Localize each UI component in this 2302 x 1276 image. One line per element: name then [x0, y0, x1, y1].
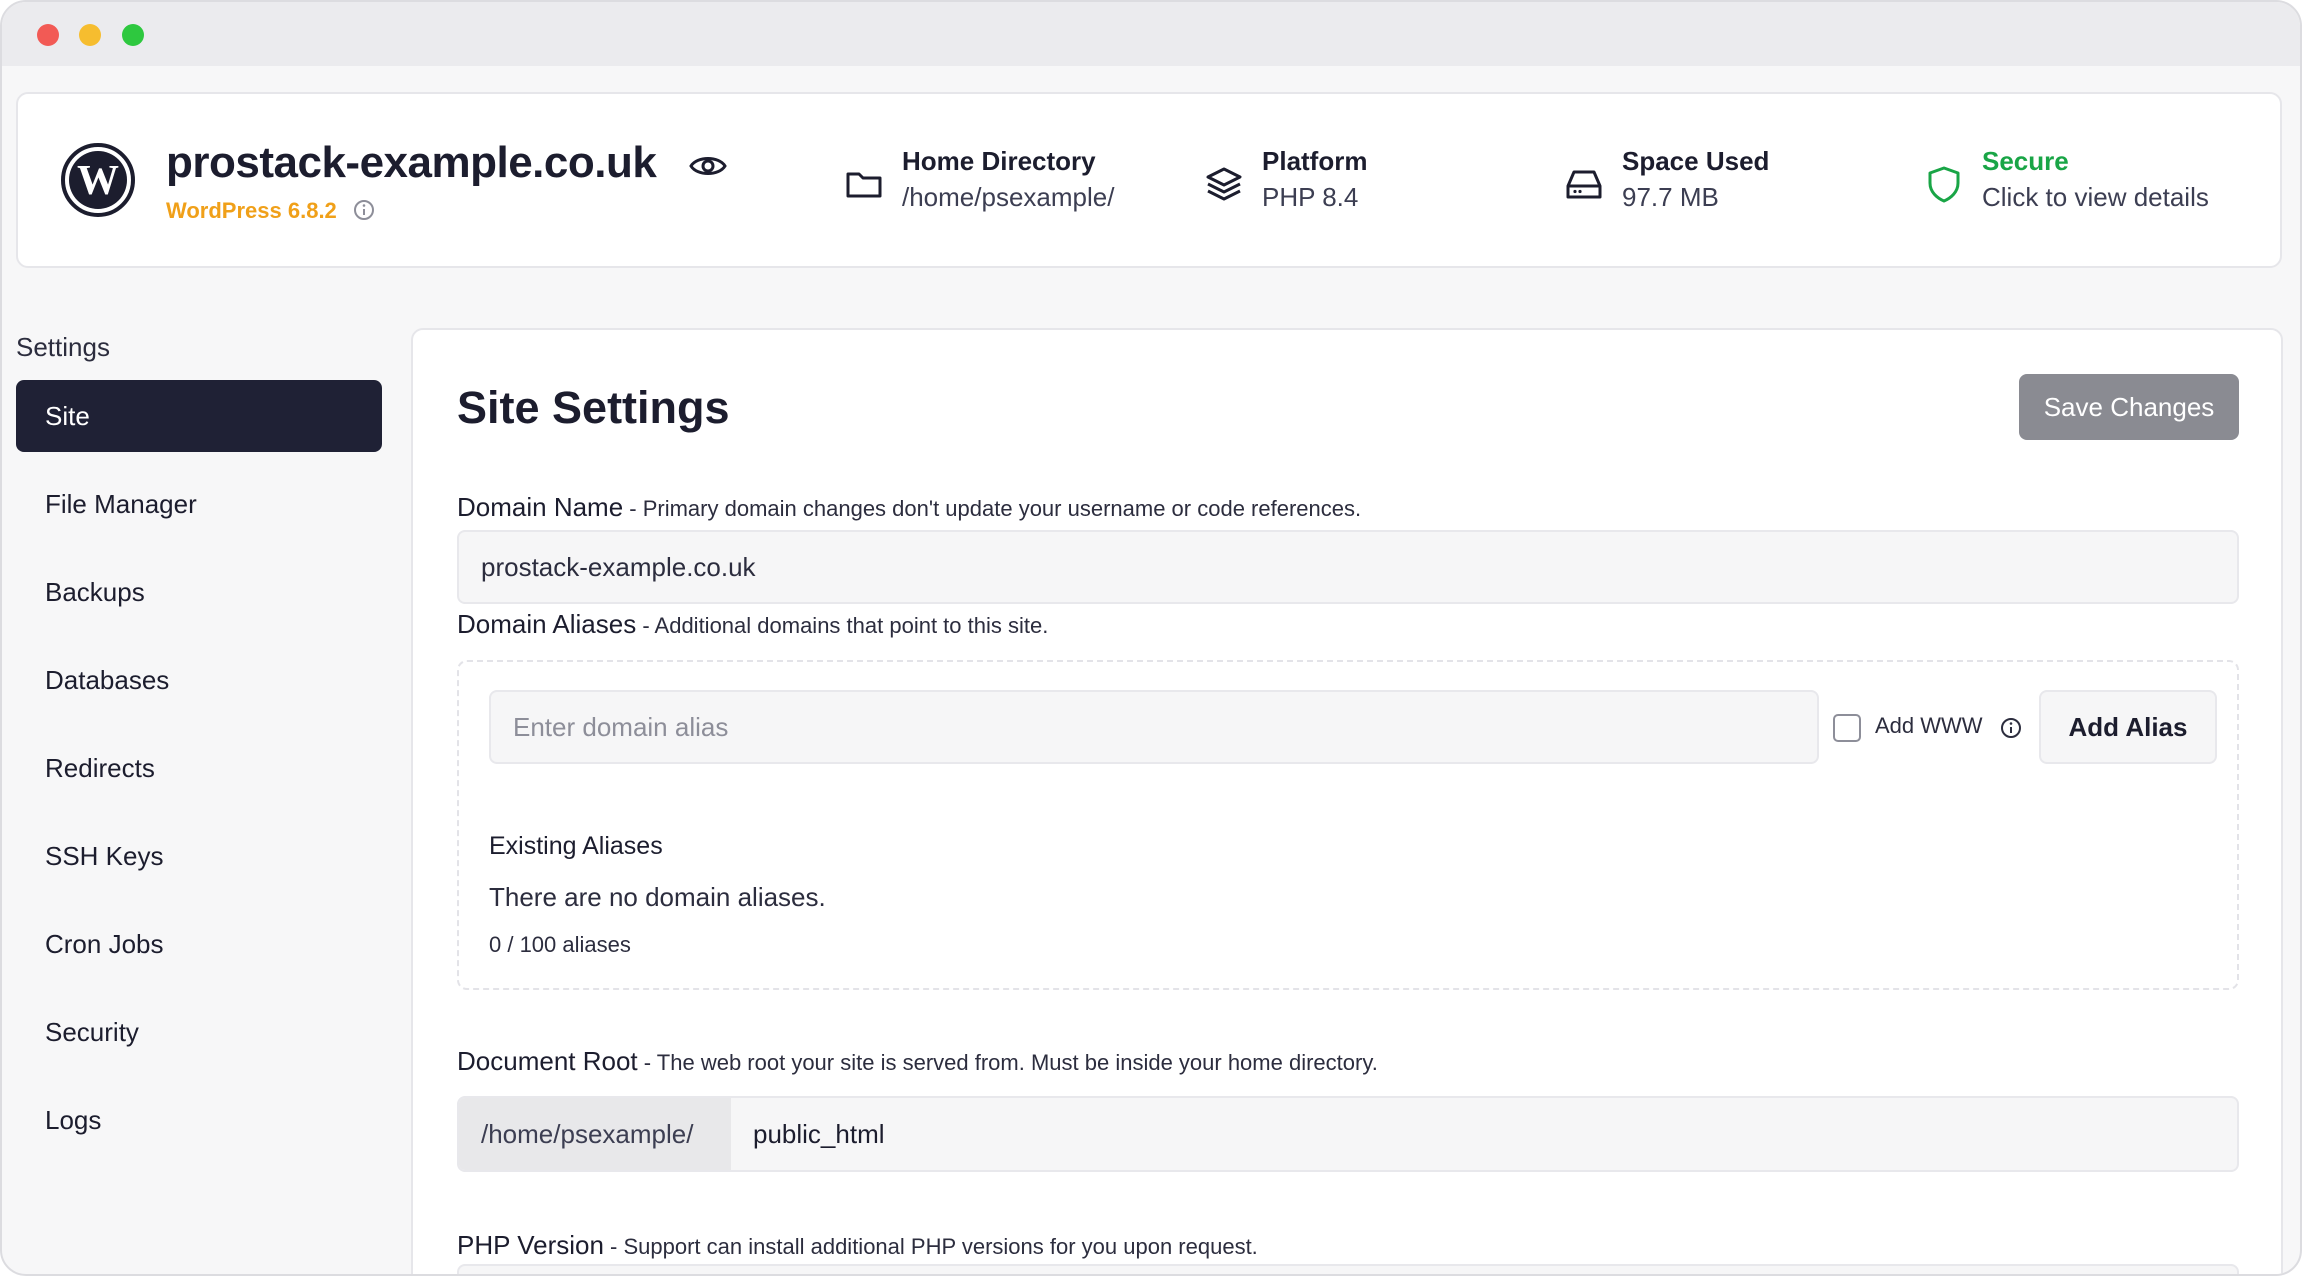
- php-version-help: - Support can install additional PHP ver…: [603, 1234, 1258, 1259]
- site-name: prostack-example.co.uk: [166, 138, 657, 187]
- sidebar-item-file-manager[interactable]: File Manager: [16, 468, 382, 540]
- domain-name-help: - Primary domain changes don't update yo…: [623, 496, 1362, 521]
- add-www-checkbox[interactable]: [1833, 714, 1861, 742]
- php-version-label: PHP Version - Support can install additi…: [457, 1230, 1258, 1261]
- info-icon[interactable]: [1999, 716, 2023, 740]
- php-version-select[interactable]: [457, 1264, 2239, 1274]
- svg-text:W: W: [77, 158, 119, 204]
- document-root-prefix: /home/psexample/: [459, 1098, 731, 1170]
- eye-icon[interactable]: [688, 146, 728, 186]
- document-root-title: Document Root: [457, 1046, 638, 1076]
- domain-name-label: Domain Name - Primary domain changes don…: [457, 492, 1361, 523]
- space-used-label: Space Used: [1622, 146, 1770, 176]
- domain-aliases-help: - Additional domains that point to this …: [636, 613, 1049, 638]
- window-titlebar: [2, 2, 2300, 66]
- layers-icon: [1206, 167, 1242, 201]
- domain-aliases-title: Domain Aliases: [457, 609, 637, 639]
- existing-aliases-heading: Existing Aliases: [489, 832, 663, 860]
- platform-label: Platform: [1262, 146, 1368, 176]
- home-directory-label: Home Directory: [902, 146, 1096, 176]
- sidebar-item-cron-jobs[interactable]: Cron Jobs: [16, 908, 382, 980]
- site-header-card: W prostack-example.co.uk WordPress 6.8.2…: [16, 92, 2282, 268]
- php-version-title: PHP Version: [457, 1230, 604, 1260]
- app-window: W prostack-example.co.uk WordPress 6.8.2…: [0, 0, 2302, 1276]
- document-root-label: Document Root - The web root your site i…: [457, 1046, 1378, 1077]
- settings-heading: Settings: [16, 332, 110, 362]
- sidebar-item-site[interactable]: Site: [16, 380, 382, 452]
- maximize-window-button[interactable]: [122, 24, 144, 46]
- domain-alias-input[interactable]: Enter domain alias: [489, 690, 1819, 764]
- document-root-input[interactable]: public_html: [753, 1098, 885, 1170]
- add-www-label[interactable]: Add WWW: [1875, 713, 1983, 739]
- document-root-field[interactable]: /home/psexample/ public_html: [457, 1096, 2239, 1172]
- folder-icon: [846, 172, 882, 198]
- save-changes-button[interactable]: Save Changes: [2019, 374, 2239, 440]
- sidebar-item-logs[interactable]: Logs: [16, 1084, 382, 1156]
- wordpress-logo-icon: W: [61, 143, 135, 217]
- sidebar-item-backups[interactable]: Backups: [16, 556, 382, 628]
- info-icon[interactable]: [352, 198, 376, 222]
- sidebar-item-security[interactable]: Security: [16, 996, 382, 1068]
- domain-name-title: Domain Name: [457, 492, 624, 522]
- sidebar-item-ssh-keys[interactable]: SSH Keys: [16, 820, 382, 892]
- site-settings-panel: Site Settings Save Changes Domain Name -…: [411, 328, 2283, 1274]
- no-aliases-message: There are no domain aliases.: [489, 882, 826, 912]
- close-window-button[interactable]: [37, 24, 59, 46]
- hard-drive-icon: [1566, 170, 1602, 199]
- wordpress-version: WordPress 6.8.2: [166, 198, 337, 223]
- secure-label: Secure: [1982, 146, 2069, 176]
- domain-name-input[interactable]: prostack-example.co.uk: [457, 530, 2239, 604]
- document-root-help: - The web root your site is served from.…: [637, 1050, 1378, 1075]
- home-directory-value: /home/psexample/: [902, 182, 1115, 212]
- minimize-window-button[interactable]: [79, 24, 101, 46]
- sidebar-item-databases[interactable]: Databases: [16, 644, 382, 716]
- shield-icon: [1928, 166, 1960, 203]
- domain-aliases-box: Enter domain alias Add WWW Add Alias Exi…: [457, 660, 2239, 990]
- platform-value: PHP 8.4: [1262, 182, 1359, 212]
- alias-count: 0 / 100 aliases: [489, 932, 631, 957]
- secure-details-link[interactable]: Click to view details: [1982, 182, 2209, 213]
- page-title: Site Settings: [457, 382, 730, 433]
- add-alias-button[interactable]: Add Alias: [2039, 690, 2217, 764]
- domain-aliases-label: Domain Aliases - Additional domains that…: [457, 609, 1048, 640]
- space-used-value: 97.7 MB: [1622, 182, 1719, 212]
- sidebar-item-redirects[interactable]: Redirects: [16, 732, 382, 804]
